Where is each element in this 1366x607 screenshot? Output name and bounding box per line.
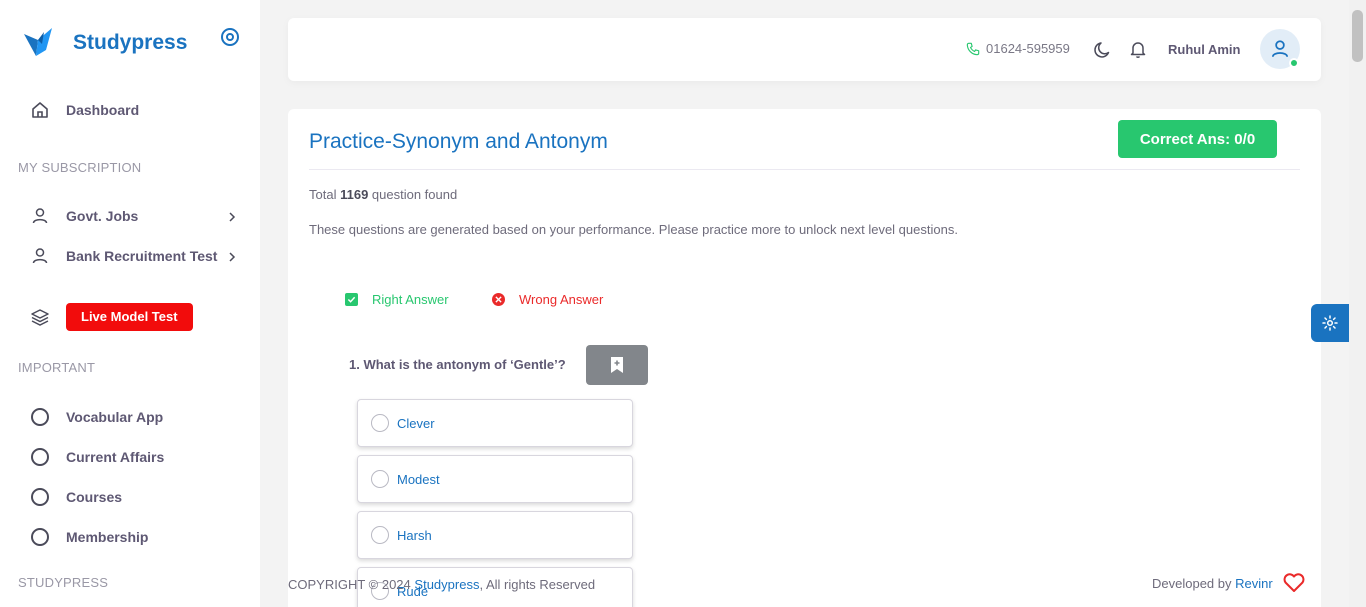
studypress-link[interactable]: Studypress <box>414 577 479 592</box>
option-label: Modest <box>397 471 440 487</box>
answer-option[interactable]: Modest <box>357 455 633 503</box>
chevron-right-icon <box>229 212 236 222</box>
phone-contact[interactable]: 01624-595959 <box>966 41 1070 56</box>
chevron-right-icon <box>229 252 236 262</box>
radio-button[interactable] <box>371 526 389 544</box>
bookmark-button[interactable] <box>586 345 648 385</box>
circle-icon <box>30 407 50 427</box>
total-prefix: Total <box>309 187 337 202</box>
circle-icon <box>30 447 50 467</box>
description: These questions are generated based on y… <box>309 222 958 237</box>
phone-icon <box>966 42 980 55</box>
scrollbar-thumb[interactable] <box>1352 10 1363 62</box>
phone-number: 01624-595959 <box>986 41 1070 56</box>
page-title: Practice-Synonym and Antonym <box>309 130 608 153</box>
correct-answers-button[interactable]: Correct Ans: 0/0 <box>1118 120 1277 158</box>
sidebar-item-membership[interactable]: Membership <box>30 527 148 547</box>
cross-icon <box>492 293 505 306</box>
sidebar-item-label: Membership <box>66 529 149 545</box>
question-text: 1. What is the antonym of ‘Gentle’? <box>349 357 566 372</box>
layers-icon <box>30 307 50 327</box>
radio-button[interactable] <box>371 414 389 432</box>
bell-icon[interactable] <box>1128 39 1148 59</box>
home-icon <box>30 100 50 120</box>
total-suffix: question found <box>371 187 458 202</box>
sidebar-item-vocabular-app[interactable]: Vocabular App <box>30 407 163 427</box>
heart-icon <box>1283 573 1305 592</box>
option-label: Harsh <box>397 527 432 543</box>
user-avatar-icon <box>1271 40 1289 57</box>
sidebar-item-dashboard[interactable]: Dashboard <box>30 100 139 120</box>
answer-option[interactable]: Clever <box>357 399 633 447</box>
brand-name: Studypress <box>73 31 188 54</box>
divider <box>309 169 1300 170</box>
legend-label: Right Answer <box>372 292 449 307</box>
live-model-test-button[interactable]: Live Model Test <box>66 303 193 331</box>
legend-label: Wrong Answer <box>519 292 604 307</box>
customizer-settings-button[interactable] <box>1311 304 1349 342</box>
collapse-sidebar-icon[interactable] <box>220 27 240 47</box>
user-name[interactable]: Ruhul Amin <box>1168 42 1240 57</box>
user-icon <box>30 246 50 266</box>
sidebar-item-current-affairs[interactable]: Current Affairs <box>30 447 164 467</box>
check-icon <box>345 293 358 306</box>
online-status-dot <box>1289 58 1299 68</box>
sidebar-item-label: Bank Recruitment Test <box>66 248 218 264</box>
practice-card: Practice-Synonym and Antonym Correct Ans… <box>288 109 1321 607</box>
section-label-studypress: STUDYPRESS <box>18 575 109 590</box>
sidebar-item-live-model-test[interactable]: Live Model Test <box>30 303 193 331</box>
legend-right-answer: Right Answer <box>345 292 449 307</box>
sidebar-item-bank-recruitment-test[interactable]: Bank Recruitment Test <box>30 246 217 266</box>
option-label: Clever <box>397 415 435 431</box>
answer-option[interactable]: Harsh <box>357 511 633 559</box>
sidebar-item-label: Govt. Jobs <box>66 208 139 224</box>
section-label-important: IMPORTANT <box>18 360 96 375</box>
scrollbar[interactable] <box>1349 0 1366 607</box>
developed-by-label: Developed by <box>1152 575 1232 591</box>
sidebar-item-label: Courses <box>66 489 123 505</box>
total-questions: Total 1169 question found <box>309 187 457 202</box>
developer-link[interactable]: Revinr <box>1235 576 1273 591</box>
copyright-prefix: COPYRIGHT © 2024 <box>288 577 411 592</box>
circle-icon <box>30 487 50 507</box>
circle-icon <box>30 527 50 547</box>
legend-wrong-answer: Wrong Answer <box>492 292 603 307</box>
avatar[interactable] <box>1260 29 1300 69</box>
sidebar-item-label: Current Affairs <box>66 449 165 465</box>
developer-credit: Developed by Revinr <box>1152 573 1305 593</box>
sidebar-item-label: Dashboard <box>66 102 140 118</box>
sidebar-item-govt-jobs[interactable]: Govt. Jobs <box>30 206 138 226</box>
top-navbar: 01624-595959 Ruhul Amin <box>288 18 1321 81</box>
bookmark-plus-icon <box>611 357 623 373</box>
sidebar: Studypress Dashboard MY SUBSCRIPTION Gov… <box>0 0 260 607</box>
copyright-suffix: , All rights Reserved <box>479 577 596 592</box>
copyright: COPYRIGHT © 2024 Studypress, All rights … <box>288 577 595 592</box>
moon-icon[interactable] <box>1093 40 1113 60</box>
user-icon <box>30 206 50 226</box>
brand[interactable]: Studypress <box>22 26 187 58</box>
sidebar-item-courses[interactable]: Courses <box>30 487 122 507</box>
sidebar-item-label: Vocabular App <box>66 409 164 425</box>
gear-icon <box>1322 315 1338 331</box>
total-count: 1169 <box>340 187 369 202</box>
butterfly-logo-icon <box>24 28 52 56</box>
radio-button[interactable] <box>371 470 389 488</box>
section-label-subscription: MY SUBSCRIPTION <box>18 160 142 175</box>
